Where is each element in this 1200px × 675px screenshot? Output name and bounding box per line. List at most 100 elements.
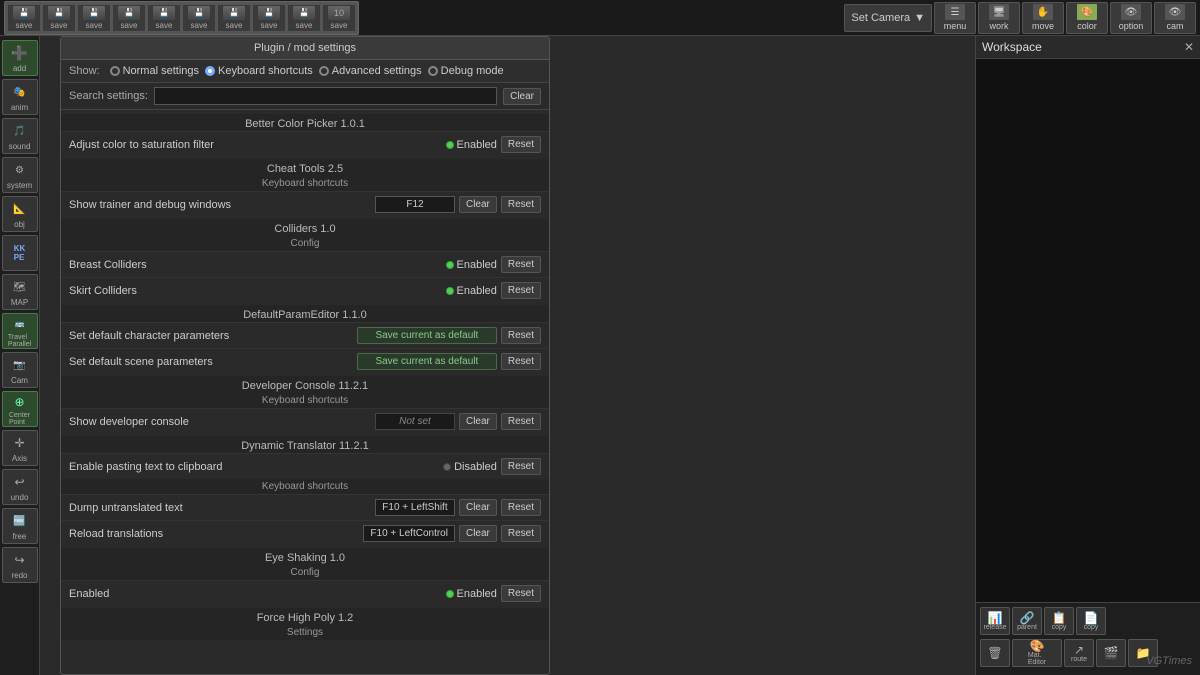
- sidebar-item-kkpe[interactable]: KKPE: [2, 235, 38, 271]
- save-button-1[interactable]: 💾 save: [7, 4, 41, 32]
- setting-controls-show-dev-console: Not set Clear Reset: [375, 413, 541, 430]
- reset-button-reload-translations[interactable]: Reset: [501, 525, 541, 542]
- workspace-viewport: [976, 59, 1200, 603]
- subsection-config-colliders: Config: [61, 236, 549, 251]
- radio-advanced-settings[interactable]: Advanced settings: [319, 65, 422, 77]
- search-clear-button[interactable]: Clear: [503, 88, 541, 105]
- workspace-copy-btn[interactable]: 📋 copy: [1044, 607, 1074, 635]
- save-group: 💾 save 💾 save 💾 save 💾 save 💾 save 💾 sav…: [4, 1, 359, 35]
- sidebar-item-redo[interactable]: ↪ redo: [2, 547, 38, 583]
- clear-button-devconsole[interactable]: Clear: [459, 413, 497, 430]
- save-button-10[interactable]: 10 save: [322, 4, 356, 32]
- setting-controls-trainer-debug: F12 Clear Reset: [375, 196, 541, 213]
- search-label: Search settings:: [69, 90, 148, 102]
- radio-dot-advanced: [319, 66, 329, 76]
- workspace-mat-editor-btn[interactable]: 🎨 Mat.Editor: [1012, 639, 1062, 667]
- save-button-9[interactable]: 💾 save: [287, 4, 321, 32]
- sidebar-item-obj[interactable]: 📐 obj: [2, 196, 38, 232]
- reset-button-adjust-color[interactable]: Reset: [501, 136, 541, 153]
- setting-label-trainer-debug: Show trainer and debug windows: [69, 199, 375, 211]
- cam-icon: 👁: [1165, 4, 1185, 20]
- workspace-copy2-btn[interactable]: 📄 copy: [1076, 607, 1106, 635]
- sidebar-item-axis[interactable]: ✛ Axis: [2, 430, 38, 466]
- kkpe-icon: KKPE: [9, 243, 31, 263]
- reset-button-default-scene[interactable]: Reset: [501, 353, 541, 370]
- green-dot-adjust-color: [446, 141, 454, 149]
- toolbar-option-btn[interactable]: 👁 option: [1110, 2, 1152, 34]
- sidebar-item-travel-parallel[interactable]: 🚌 TravelParallel: [2, 313, 38, 349]
- radio-keyboard-shortcuts[interactable]: Keyboard shortcuts: [205, 65, 313, 77]
- sidebar-item-map[interactable]: 🗺 MAP: [2, 274, 38, 310]
- workspace-parent-btn[interactable]: 🔗 parent: [1012, 607, 1042, 635]
- map-icon: 🗺: [9, 277, 31, 297]
- sidebar-item-sound[interactable]: 🎵 sound: [2, 118, 38, 154]
- plugin-name-dynamic-translator: Dynamic Translator 11.2.1: [61, 436, 549, 453]
- plugin-name-cheat-tools: Cheat Tools 2.5: [61, 159, 549, 176]
- save-button-5[interactable]: 💾 save: [147, 4, 181, 32]
- save-button-2[interactable]: 💾 save: [42, 4, 76, 32]
- toolbar-move-btn[interactable]: ✋ move: [1022, 2, 1064, 34]
- radio-debug-mode[interactable]: Debug mode: [428, 65, 504, 77]
- sidebar-item-system[interactable]: ⚙ system: [2, 157, 38, 193]
- toolbar-menu-btn[interactable]: ☰ menu: [934, 2, 976, 34]
- reset-button-eye-shaking-enabled[interactable]: Reset: [501, 585, 541, 602]
- plugin-name-force-high-poly: Force High Poly 1.2: [61, 608, 549, 625]
- plugin-name-eye-shaking: Eye Shaking 1.0: [61, 548, 549, 565]
- setting-controls-adjust-color: Enabled Reset: [446, 136, 542, 153]
- setting-label-adjust-color: Adjust color to saturation filter: [69, 139, 446, 151]
- clear-button-dump-untranslated[interactable]: Clear: [459, 499, 497, 516]
- camera-select[interactable]: Set Camera ▼: [844, 4, 932, 32]
- reset-button-enable-pasting[interactable]: Reset: [501, 458, 541, 475]
- save-button-6[interactable]: 💾 save: [182, 4, 216, 32]
- plugin-section-developer-console: Developer Console 11.2.1 Keyboard shortc…: [61, 376, 549, 434]
- green-dot-breast: [446, 261, 454, 269]
- reset-button-devconsole[interactable]: Reset: [501, 413, 541, 430]
- search-row: Search settings: Clear: [61, 83, 549, 110]
- sidebar-item-anim[interactable]: 🎭 anim: [2, 79, 38, 115]
- workspace-route-btn[interactable]: ↗ route: [1064, 639, 1094, 667]
- search-input[interactable]: [154, 87, 497, 105]
- reset-button-breast-colliders[interactable]: Reset: [501, 256, 541, 273]
- save-button-8[interactable]: 💾 save: [252, 4, 286, 32]
- save-default-button-scene[interactable]: Save current as default: [357, 353, 497, 370]
- save-button-7[interactable]: 💾 save: [217, 4, 251, 32]
- plugin-section-cheat-tools: Cheat Tools 2.5 Keyboard shortcuts Show …: [61, 159, 549, 217]
- anim-icon: 🎭: [9, 82, 31, 102]
- setting-controls-skirt-colliders: Enabled Reset: [446, 282, 542, 299]
- save-icon-5: 💾: [153, 6, 175, 20]
- subsection-keyboard-translator: Keyboard shortcuts: [61, 479, 549, 494]
- workspace-camera-btn[interactable]: 🎬: [1096, 639, 1126, 667]
- save-default-button-character[interactable]: Save current as default: [357, 327, 497, 344]
- save-button-4[interactable]: 💾 save: [112, 4, 146, 32]
- sidebar-item-undo[interactable]: ↩ undo: [2, 469, 38, 505]
- reset-button-trainer-debug[interactable]: Reset: [501, 196, 541, 213]
- clear-button-reload-translations[interactable]: Clear: [459, 525, 497, 542]
- toolbar-color-btn[interactable]: 🎨 color: [1066, 2, 1108, 34]
- workspace-release-btn[interactable]: 📊 release: [980, 607, 1010, 635]
- sidebar-item-free[interactable]: 🆓 free: [2, 508, 38, 544]
- radio-normal-settings[interactable]: Normal settings: [110, 65, 199, 77]
- workspace-close-button[interactable]: ✕: [1184, 40, 1194, 54]
- sidebar-item-add[interactable]: ➕ add: [2, 40, 38, 76]
- plugin-modal: Plugin / mod settings Show: Normal setti…: [60, 36, 550, 675]
- workspace-delete-btn[interactable]: 🗑: [980, 639, 1010, 667]
- toolbar-cam-btn[interactable]: 👁 cam: [1154, 2, 1196, 34]
- save-button-3[interactable]: 💾 save: [77, 4, 111, 32]
- setting-row-skirt-colliders: Skirt Colliders Enabled Reset: [61, 277, 549, 303]
- route-icon: ↗: [1074, 644, 1084, 656]
- clear-button-trainer-debug[interactable]: Clear: [459, 196, 497, 213]
- sidebar-item-center-point[interactable]: ⊕ CenterPoint: [2, 391, 38, 427]
- sidebar-item-cam[interactable]: 📷 Cam: [2, 352, 38, 388]
- reset-button-default-character[interactable]: Reset: [501, 327, 541, 344]
- save-icon-9: 💾: [293, 6, 315, 20]
- reset-button-dump-untranslated[interactable]: Reset: [501, 499, 541, 516]
- radio-dot-keyboard: [205, 66, 215, 76]
- subsection-keyboard-devconsole: Keyboard shortcuts: [61, 393, 549, 408]
- hotkey-box-trainer-debug: F12: [375, 196, 455, 213]
- setting-label-eye-shaking-enabled: Enabled: [69, 588, 446, 600]
- toolbar-work-btn[interactable]: 🖥 work: [978, 2, 1020, 34]
- vgtimes-watermark: VGTimes: [1146, 655, 1192, 667]
- plugin-name-better-color-picker: Better Color Picker 1.0.1: [61, 114, 549, 131]
- chevron-down-icon: ▼: [914, 12, 925, 24]
- reset-button-skirt-colliders[interactable]: Reset: [501, 282, 541, 299]
